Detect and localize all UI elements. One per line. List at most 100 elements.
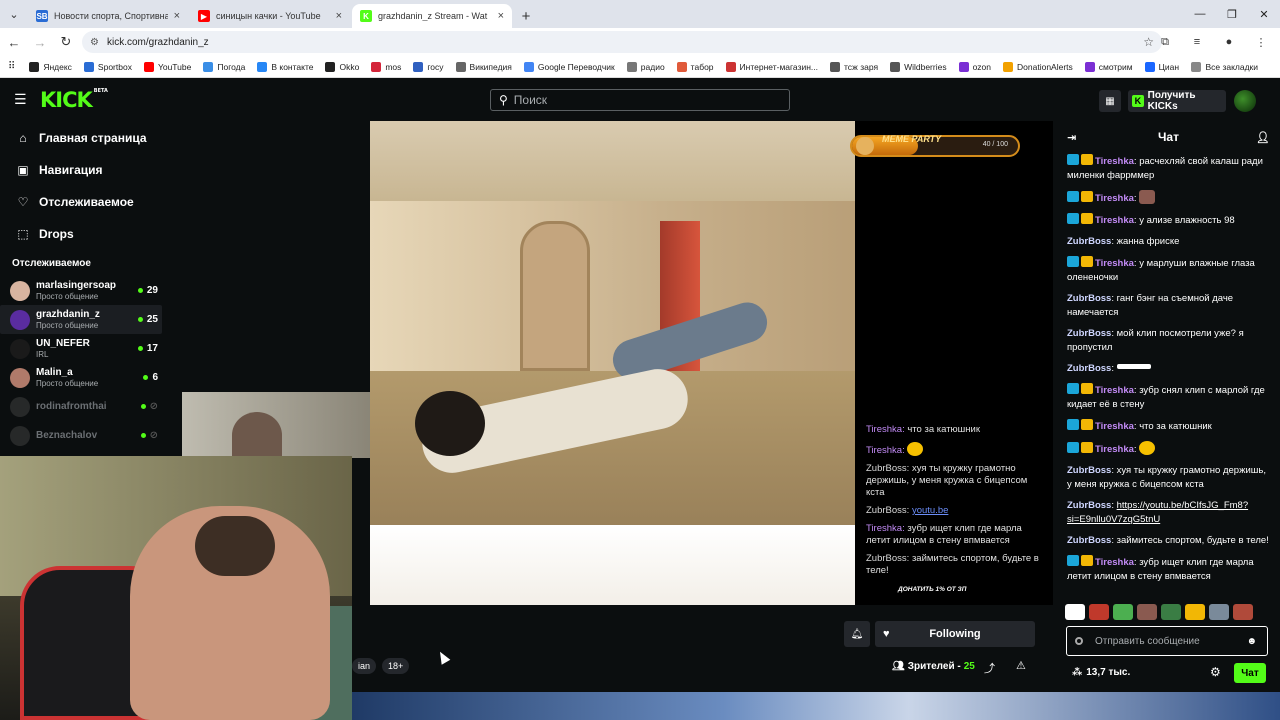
bookmark-item[interactable]: госу (413, 61, 444, 72)
bookmark-item[interactable]: Интернет-магазин... (725, 61, 818, 72)
followed-channel[interactable]: marlasingersoap Просто общение 29 (0, 276, 170, 305)
chat-username[interactable]: Tireshka (1095, 156, 1134, 167)
followed-channel[interactable]: rodinafromthai ⊘ (0, 392, 170, 421)
channel-avatar (10, 309, 30, 330)
bookmark-item[interactable]: mos (371, 61, 401, 72)
following-button[interactable]: ♥ Following (875, 621, 1035, 647)
tab-close-icon[interactable]: × (336, 10, 342, 22)
sidebar-item[interactable]: ▣ Навигация (0, 154, 170, 186)
dashboard-icon[interactable]: ▦ (1099, 90, 1121, 112)
site-info-icon[interactable]: ⚙ (90, 37, 99, 48)
chat-username[interactable]: ZubrBoss (1067, 328, 1111, 339)
back-icon[interactable]: ← (2, 30, 26, 54)
bookmark-item[interactable]: Wildberries (890, 61, 947, 72)
new-tab-button[interactable]: + (514, 4, 538, 28)
browser-tab[interactable]: SB Новости спорта, Спортивная н × (28, 4, 188, 28)
bookmark-item[interactable]: Яндекс (29, 61, 72, 72)
emote-icon[interactable] (1137, 604, 1157, 620)
video-player[interactable] (370, 121, 855, 605)
sidebar-item[interactable]: ⌂ Главная страница (0, 122, 170, 154)
bookmark-item[interactable]: смотрим (1084, 61, 1133, 72)
stream-tag[interactable]: 18+ (382, 658, 410, 674)
browser-tab[interactable]: ▶ синицын качки - YouTube × (190, 4, 350, 28)
emote-icon[interactable] (1209, 604, 1229, 620)
bookmark-item[interactable]: Википедия (455, 61, 512, 72)
restore-icon[interactable]: ❐ (1216, 0, 1248, 28)
close-icon[interactable]: ✕ (1248, 0, 1280, 28)
avatar[interactable] (1234, 90, 1256, 112)
bookmark-item[interactable]: Погода (203, 61, 245, 72)
bookmark-label: радио (640, 61, 665, 72)
media-icon[interactable]: ≡ (1186, 31, 1208, 53)
chat-message-input[interactable]: Отправить сообщение ☻ (1066, 626, 1268, 656)
share-icon[interactable]: ⤴ (984, 660, 995, 676)
profile-icon[interactable]: ● (1218, 31, 1240, 53)
followed-channel[interactable]: Beznachalov ⊘ (0, 421, 170, 450)
bookmark-item[interactable]: DonationAlerts (1003, 61, 1073, 72)
chat-username[interactable]: ZubrBoss (1067, 293, 1111, 304)
users-icon[interactable]: 👤︎ (1256, 131, 1270, 144)
browser-tab[interactable]: Kgrazhdanin_z Stream - Wat × (352, 4, 512, 28)
hamburger-icon[interactable]: ☰ (14, 92, 28, 106)
followed-channel[interactable]: Malin_a Просто общение 6 (0, 363, 170, 392)
chat-username[interactable]: ZubrBoss (1067, 465, 1111, 476)
video-frame-top (370, 121, 855, 201)
chat-username[interactable]: Tireshka (1095, 421, 1134, 432)
forward-icon[interactable]: → (28, 30, 52, 54)
bookmark-item[interactable]: Циан (1144, 61, 1179, 72)
menu-icon[interactable]: ⋮ (1250, 31, 1272, 53)
kicks-balance[interactable]: ⁂ 13,7 тыс. (1072, 667, 1130, 678)
all-bookmarks[interactable]: Все закладки (1191, 61, 1258, 72)
kick-logo[interactable]: KICK BETA (40, 88, 108, 112)
chat-username[interactable]: ZubrBoss (1067, 500, 1111, 511)
emote-icon[interactable] (1185, 604, 1205, 620)
minimize-icon[interactable]: — (1184, 0, 1216, 28)
bookmark-item[interactable]: В контакте (257, 61, 313, 72)
get-kicks-button[interactable]: K Получить KICKs (1128, 90, 1226, 112)
overlay-chat-text[interactable]: youtu.be (912, 505, 948, 516)
followed-channel[interactable]: UN_NEFER IRL 17 (0, 334, 170, 363)
chat-username[interactable]: Tireshka (1095, 193, 1134, 204)
emote-icon[interactable] (1089, 604, 1109, 620)
reload-icon[interactable]: ↻ (54, 30, 78, 54)
chat-username[interactable]: Tireshka (1095, 385, 1134, 396)
search-input[interactable]: ⚲ Поиск (490, 89, 790, 111)
tab-close-icon[interactable]: × (498, 10, 504, 22)
tab-close-icon[interactable]: × (174, 10, 180, 22)
emoji-icon[interactable]: ☻ (1246, 636, 1257, 647)
chat-username[interactable]: ZubrBoss (1067, 363, 1111, 374)
emote-icon[interactable] (1233, 604, 1253, 620)
notification-bell-button[interactable]: 🔔︎ (844, 621, 870, 647)
chat-username[interactable]: Tireshka (1095, 215, 1134, 226)
url-field[interactable]: ⚙ kick.com/grazhdanin_z ☆ (82, 31, 1162, 53)
chat-username[interactable]: Tireshka (1095, 444, 1134, 455)
chat-username[interactable]: ZubrBoss (1067, 535, 1111, 546)
tab-search-icon[interactable]: ⌄ (0, 0, 28, 28)
overlay-chat-text: что за катюшник (907, 424, 981, 435)
report-icon[interactable]: ⚠ (1016, 659, 1026, 672)
chat-username[interactable]: ZubrBoss (1067, 236, 1111, 247)
followed-channel[interactable]: grazhdanin_z Просто общение 25 (0, 305, 162, 334)
extensions-icon[interactable]: ⧉ (1154, 31, 1176, 53)
bookmark-item[interactable]: радио (626, 61, 665, 72)
bookmark-star-icon[interactable]: ☆ (1143, 35, 1154, 49)
bookmark-item[interactable]: ozon (958, 61, 991, 72)
chat-username[interactable]: Tireshka (1095, 557, 1134, 568)
bookmark-item[interactable]: Sportbox (83, 61, 132, 72)
bookmark-item[interactable]: табор (676, 61, 714, 72)
bookmark-item[interactable]: YouTube (143, 61, 191, 72)
sidebar-item[interactable]: ⬚ Drops (0, 218, 170, 250)
chat-settings-icon[interactable]: ⚙ (1210, 665, 1221, 679)
chat-username[interactable]: Tireshka (1095, 258, 1134, 269)
sidebar-item[interactable]: ♡ Отслеживаемое (0, 186, 170, 218)
emote-icon[interactable] (1113, 604, 1133, 620)
bookmark-item[interactable]: тсж заря (830, 61, 878, 72)
chat-send-button[interactable]: Чат (1234, 663, 1266, 683)
apps-icon[interactable]: ⠿ (8, 61, 15, 72)
bookmark-item[interactable]: Google Переводчик (523, 61, 615, 72)
collapse-chat-icon[interactable]: ⇥ (1067, 131, 1076, 144)
stream-tag[interactable]: ian (352, 658, 377, 674)
emote-icon[interactable] (1065, 604, 1085, 620)
emote-icon[interactable] (1161, 604, 1181, 620)
bookmark-item[interactable]: Okko (325, 61, 359, 72)
